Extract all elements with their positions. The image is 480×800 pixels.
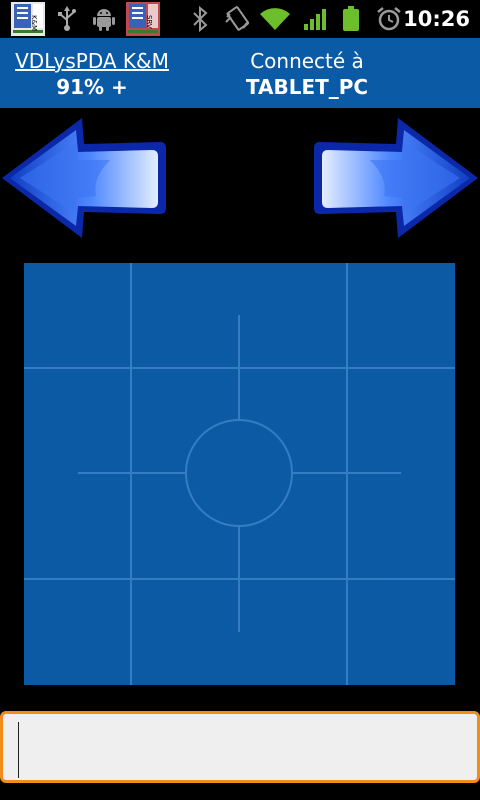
alarm-icon xyxy=(374,0,404,38)
status-clock: 10:26 xyxy=(403,7,470,31)
previous-button[interactable] xyxy=(0,116,168,240)
battery-level: 91% + xyxy=(56,75,128,99)
usb-icon xyxy=(54,0,80,38)
srv-app-icon: SRV xyxy=(124,0,162,38)
android-debug-icon xyxy=(90,0,118,38)
svg-text:SRV: SRV xyxy=(145,15,153,29)
signal-icon xyxy=(300,0,330,38)
bluetooth-icon xyxy=(188,0,212,38)
status-bar: K&M SRV 10:26 xyxy=(0,0,480,38)
vibrate-icon xyxy=(222,0,252,38)
touchpad-area[interactable] xyxy=(24,263,455,685)
app-header: VDLysPDA K&M 91% + Connecté à TABLET_PC xyxy=(0,38,480,108)
wifi-icon xyxy=(258,0,292,38)
arrow-left-icon xyxy=(2,118,166,238)
connected-label: Connecté à xyxy=(250,49,364,73)
text-cursor xyxy=(18,722,19,778)
app-name-link[interactable]: VDLysPDA K&M xyxy=(0,48,184,74)
touchpad-grid xyxy=(24,263,455,685)
connection-info: Connecté à TABLET_PC xyxy=(240,48,374,100)
keyboard-input[interactable] xyxy=(9,720,471,774)
connected-target: TABLET_PC xyxy=(245,75,369,99)
arrow-right-icon xyxy=(314,118,478,238)
text-input-frame xyxy=(0,711,480,783)
next-button[interactable] xyxy=(312,116,480,240)
app-info: VDLysPDA K&M 91% + xyxy=(0,48,184,100)
kmvm-app-icon: K&M xyxy=(10,0,46,38)
svg-text:K&M: K&M xyxy=(30,15,38,31)
battery-icon xyxy=(338,0,364,38)
